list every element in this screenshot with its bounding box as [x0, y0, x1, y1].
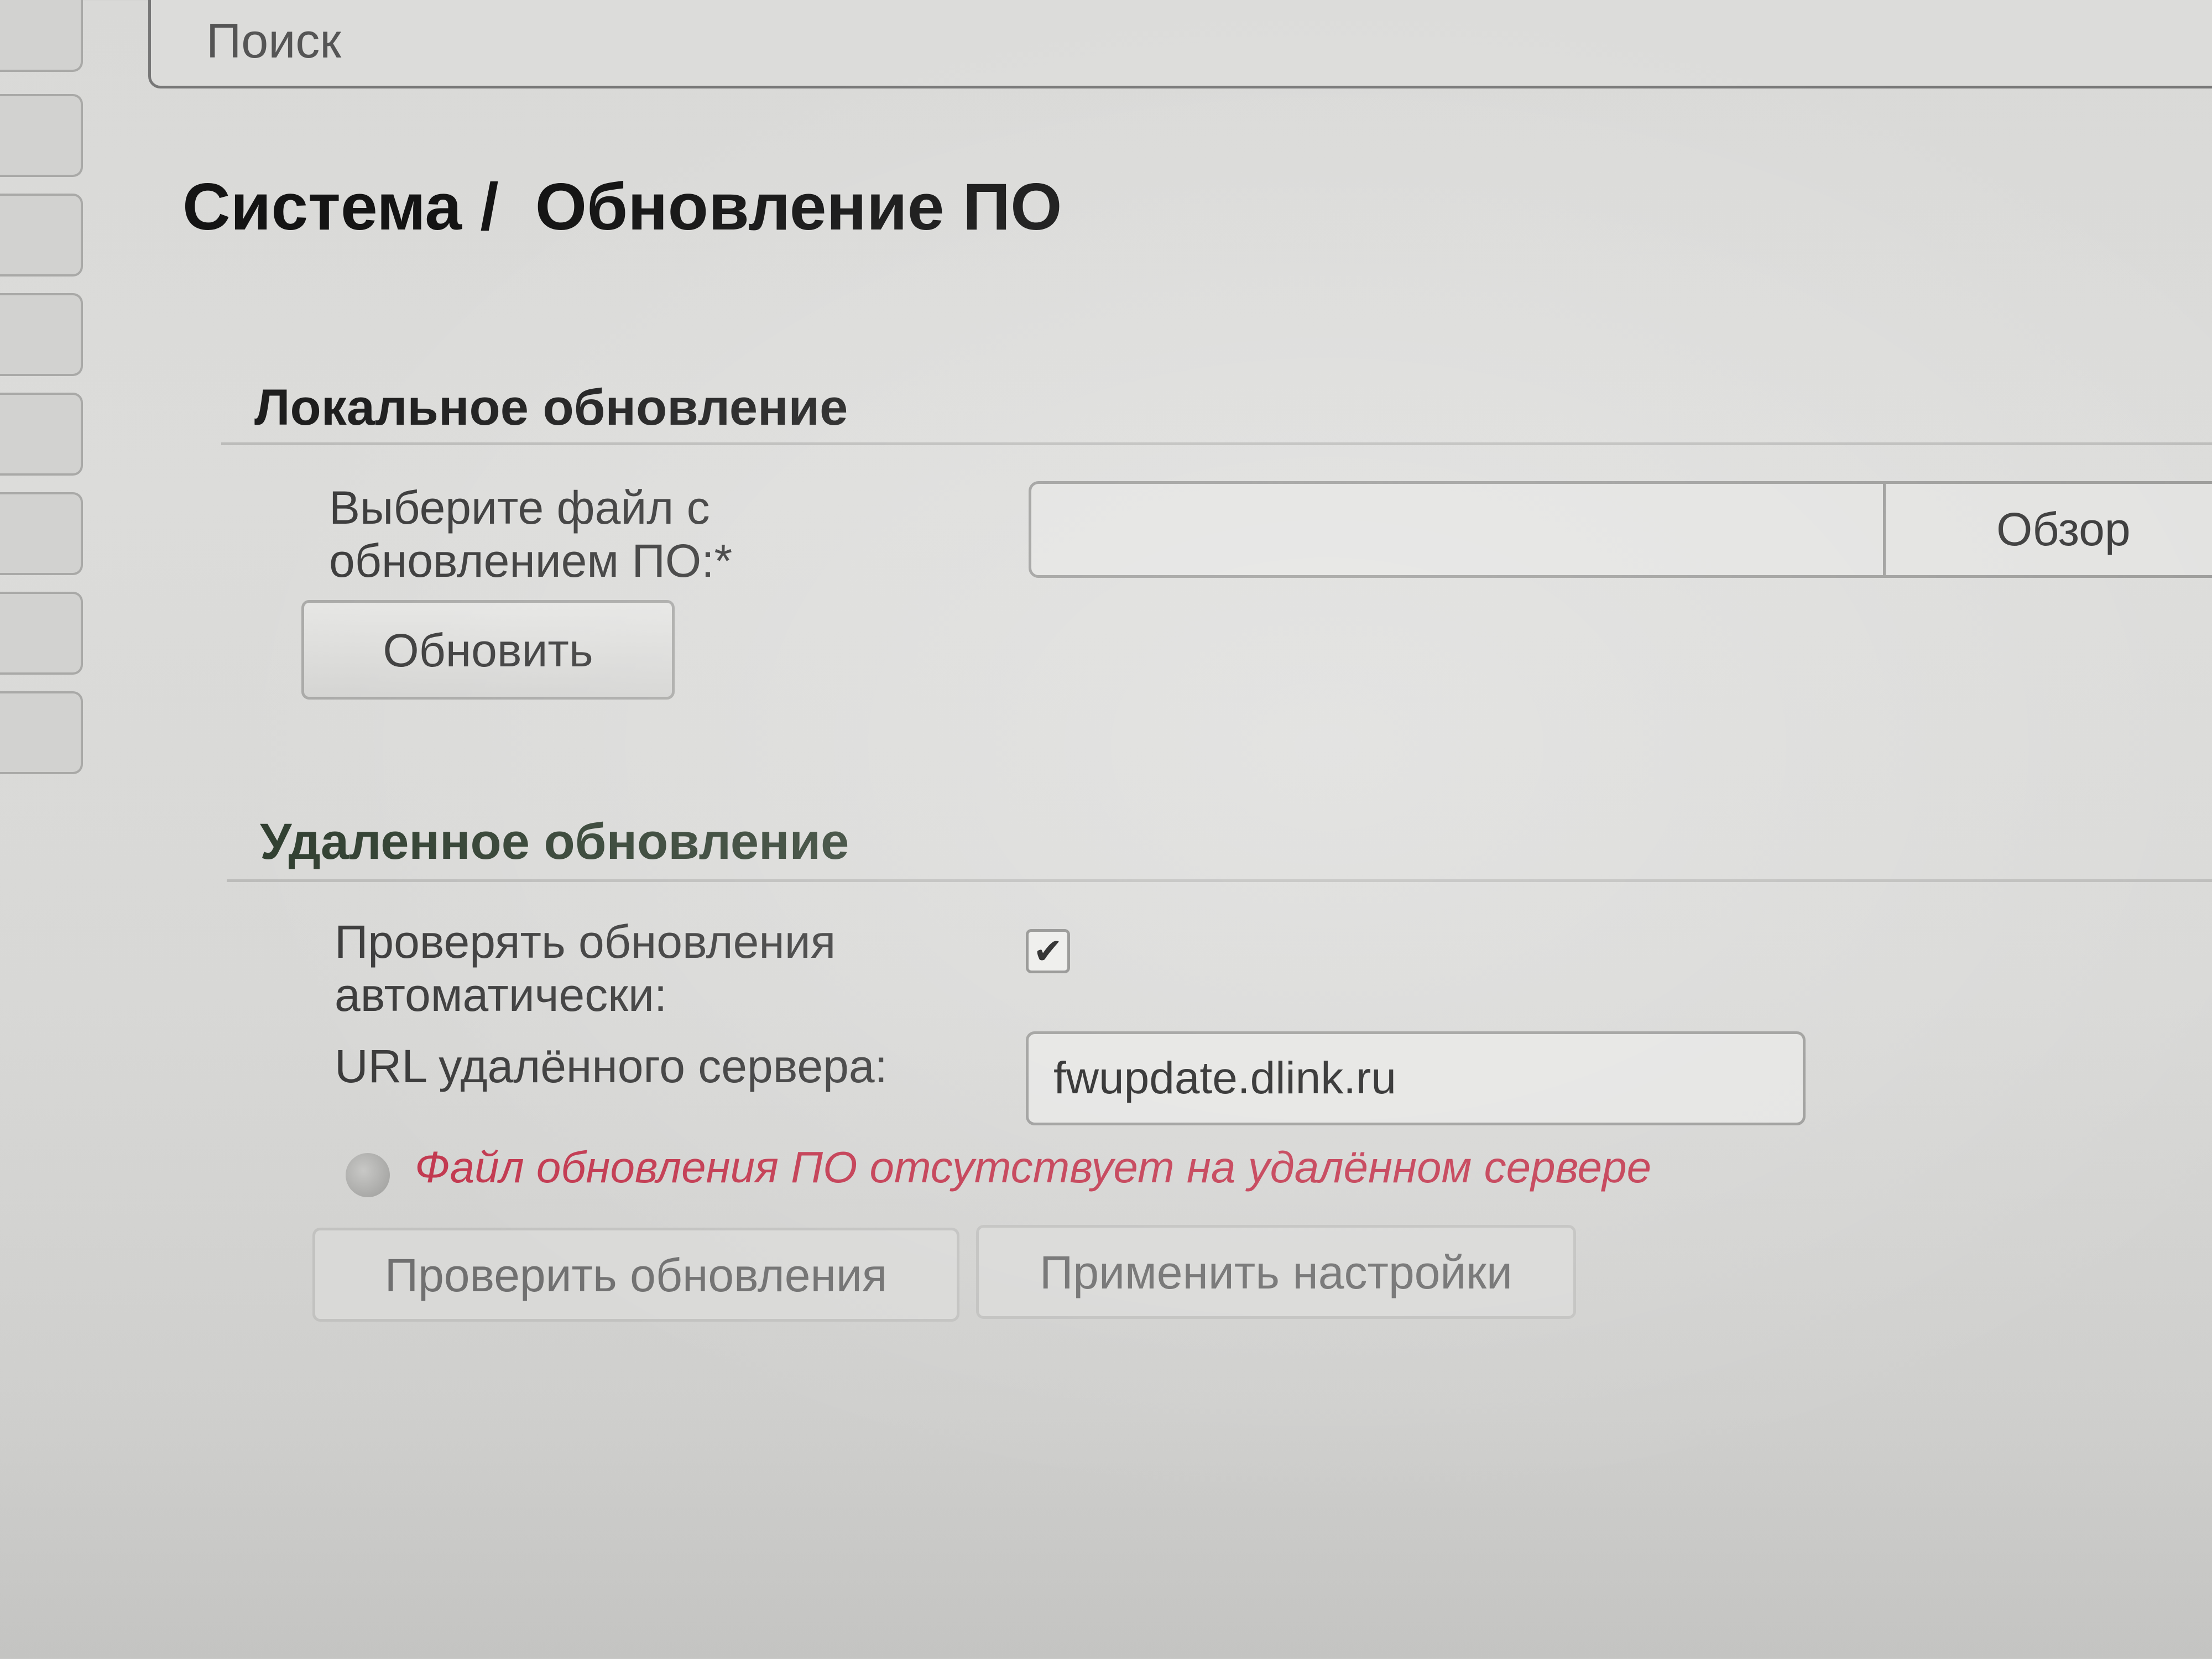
sidebar-tab[interactable]: [0, 492, 83, 575]
server-url-input[interactable]: fwupdate.dlink.ru: [1026, 1031, 1806, 1125]
page-title: Система / Обновление ПО: [182, 169, 1062, 245]
file-select-label-line1: Выберите файл с: [329, 482, 710, 534]
section-title-remote-update: Удаленное обновление: [260, 813, 849, 870]
browse-button[interactable]: Обзор: [1883, 484, 2212, 575]
file-select-label-line2: обновлением ПО:*: [329, 535, 733, 587]
sidebar-tab[interactable]: [0, 0, 83, 72]
checkmark-icon: ✔: [1033, 931, 1063, 971]
sidebar-tab[interactable]: [0, 592, 83, 675]
breadcrumb-root[interactable]: Система /: [182, 170, 499, 244]
auto-check-label: Проверять обновления автоматически:: [335, 915, 836, 1021]
section-title-local-update: Локальное обновление: [254, 379, 848, 436]
apply-settings-button[interactable]: Применить настройки: [976, 1225, 1576, 1319]
section-divider: [227, 879, 2212, 882]
page-title-text: Обновление ПО: [535, 170, 1062, 244]
status-message: Файл обновления ПО отсутствует на удалён…: [415, 1142, 1652, 1192]
sidebar-tab[interactable]: [0, 691, 83, 774]
server-url-label: URL удалённого сервера:: [335, 1040, 888, 1092]
search-input[interactable]: Поиск: [148, 0, 2212, 88]
auto-check-label-line1: Проверять обновления: [335, 916, 836, 968]
check-updates-button[interactable]: Проверить обновления: [312, 1228, 959, 1322]
section-divider: [221, 442, 2212, 445]
sidebar-tab[interactable]: [0, 194, 83, 276]
auto-check-checkbox[interactable]: ✔: [1026, 929, 1070, 973]
sidebar-tab[interactable]: [0, 393, 83, 476]
update-button[interactable]: Обновить: [301, 600, 675, 700]
auto-check-label-line2: автоматически:: [335, 969, 667, 1021]
sidebar-tab[interactable]: [0, 293, 83, 376]
search-placeholder: Поиск: [206, 13, 341, 68]
file-select-label: Выберите файл с обновлением ПО:*: [329, 481, 732, 587]
info-icon: [346, 1153, 390, 1197]
sidebar-tab[interactable]: [0, 94, 83, 177]
file-input[interactable]: Обзор: [1029, 481, 2212, 578]
sidebar: [0, 0, 88, 912]
